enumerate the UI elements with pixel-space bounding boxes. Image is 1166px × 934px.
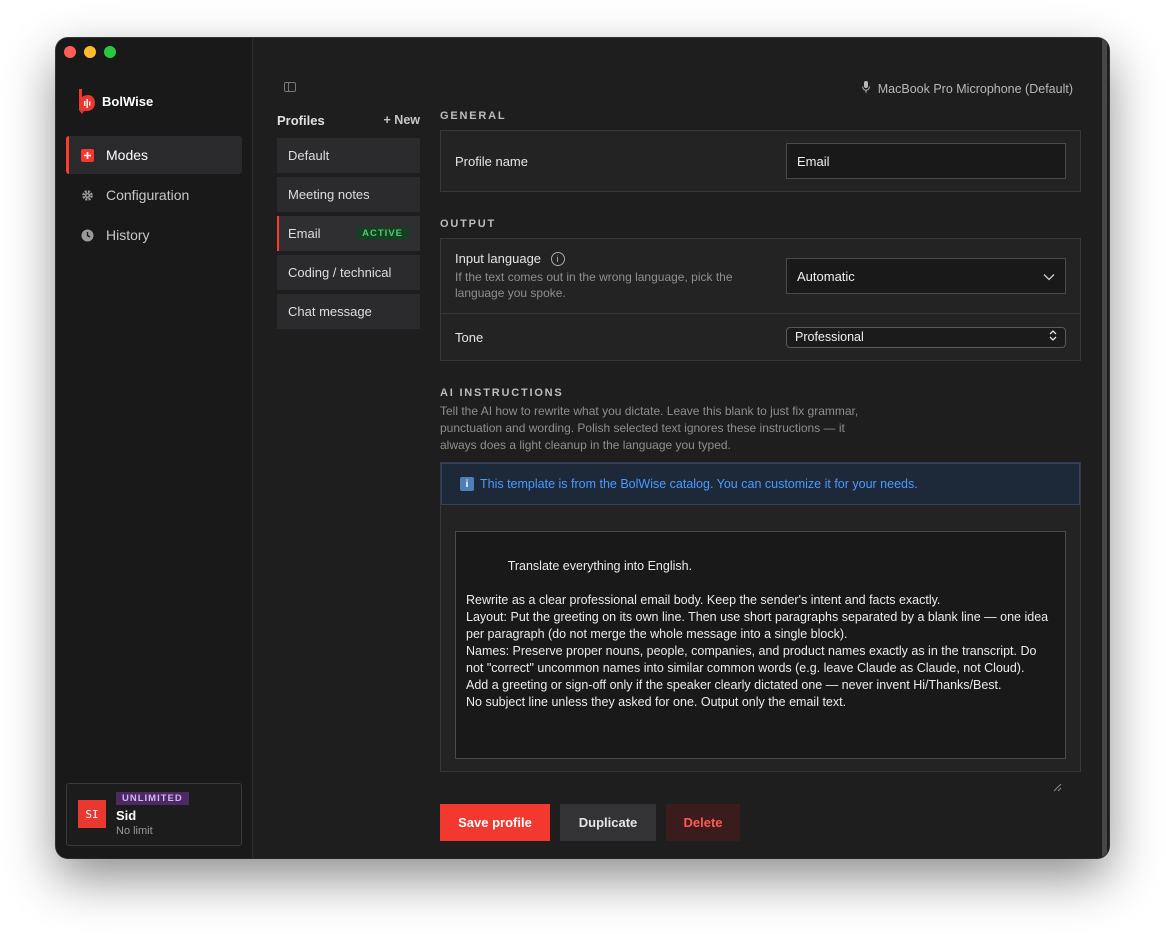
- profile-name-label: Profile name: [455, 153, 528, 169]
- instructions-textarea[interactable]: Translate everything into English. Rewri…: [455, 531, 1066, 792]
- input-language-hint: If the text comes out in the wrong langu…: [455, 270, 733, 301]
- ai-card: i This template is from the BolWise cata…: [440, 462, 1081, 792]
- profiles-title: Profiles: [277, 112, 325, 128]
- input-language-label: Input language: [455, 250, 542, 266]
- sidebar-item-modes[interactable]: Modes: [66, 136, 242, 174]
- microphone-icon: [861, 81, 870, 96]
- user-name: Sid: [116, 808, 137, 823]
- microphone-indicator: MacBook Pro Microphone (Default): [861, 81, 1073, 96]
- info-icon: i: [460, 477, 474, 491]
- profile-item-coding[interactable]: Coding / technical: [277, 255, 420, 290]
- updown-chevron-icon: [1049, 330, 1057, 344]
- plus-square-icon: [80, 148, 94, 162]
- general-card: Profile name Email: [440, 130, 1081, 192]
- profile-item-label: Default: [288, 148, 330, 163]
- profile-editor: GENERAL Profile name Email OUTPUT Input …: [440, 110, 1081, 841]
- new-profile-button[interactable]: + New: [384, 113, 420, 127]
- ai-description: Tell the AI how to rewrite what you dict…: [440, 404, 859, 452]
- info-icon[interactable]: i: [550, 252, 565, 267]
- brand: BolWise: [76, 88, 153, 114]
- avatar: SI: [78, 800, 106, 828]
- main-area: MacBook Pro Microphone (Default) Profile…: [253, 38, 1109, 858]
- profile-item-label: Coding / technical: [288, 265, 392, 280]
- input-language-select[interactable]: Automatic: [786, 258, 1066, 294]
- profile-item-label: Meeting notes: [288, 187, 370, 202]
- clock-icon: [80, 228, 94, 242]
- minimize-window-button[interactable]: [84, 46, 96, 58]
- plan-badge: UNLIMITED: [116, 792, 189, 805]
- close-window-button[interactable]: [64, 46, 76, 58]
- gear-icon: [80, 188, 94, 202]
- zoom-window-button[interactable]: [104, 46, 116, 58]
- brand-name: BolWise: [102, 93, 154, 109]
- user-card[interactable]: SI UNLIMITED Sid No limit: [66, 783, 242, 846]
- profile-item-label: Chat message: [288, 304, 372, 319]
- save-profile-button[interactable]: Save profile: [440, 804, 550, 841]
- section-output-label: OUTPUT: [440, 218, 497, 230]
- profile-item-email[interactable]: Email ACTIVE: [277, 216, 420, 251]
- sidebar-nav: Modes Configuration History: [66, 136, 242, 256]
- instructions-text: Translate everything into English. Rewri…: [466, 559, 1049, 709]
- profile-item-default[interactable]: Default: [277, 138, 420, 173]
- action-buttons: Save profile Duplicate Delete: [440, 804, 1081, 841]
- profile-item-meeting-notes[interactable]: Meeting notes: [277, 177, 420, 212]
- catalog-banner-text: This template is from the BolWise catalo…: [480, 477, 918, 491]
- window-scrollbar[interactable]: [1102, 38, 1107, 858]
- toggle-sidebar-icon[interactable]: [284, 82, 296, 92]
- sidebar: BolWise Modes Configuration History SI U…: [56, 38, 253, 858]
- app-window: BolWise Modes Configuration History SI U…: [56, 38, 1109, 858]
- tone-select[interactable]: Professional: [786, 326, 1066, 348]
- catalog-banner: i This template is from the BolWise cata…: [441, 463, 1080, 505]
- tone-value: Professional: [795, 330, 864, 344]
- duplicate-button[interactable]: Duplicate: [560, 804, 656, 841]
- sidebar-item-history[interactable]: History: [66, 216, 242, 254]
- bolwise-logo-icon: [76, 88, 96, 114]
- delete-button[interactable]: Delete: [666, 804, 740, 841]
- output-card: Input language i If the text comes out i…: [440, 238, 1081, 361]
- tone-label: Tone: [455, 329, 484, 345]
- chevron-down-icon: [1043, 269, 1055, 284]
- profiles-panel: Profiles + New Default Meeting notes Ema…: [277, 112, 420, 333]
- user-limit: No limit: [116, 825, 153, 837]
- microphone-name: MacBook Pro Microphone (Default): [877, 81, 1073, 96]
- profile-item-chat-message[interactable]: Chat message: [277, 294, 420, 329]
- sidebar-item-configuration[interactable]: Configuration: [66, 176, 242, 214]
- profile-name-input[interactable]: Email: [786, 143, 1066, 179]
- section-ai-label: AI INSTRUCTIONS: [440, 387, 564, 399]
- sidebar-item-label: Configuration: [106, 187, 190, 203]
- resize-grip-icon[interactable]: [1053, 746, 1062, 792]
- section-general-label: GENERAL: [440, 110, 507, 122]
- sidebar-item-label: History: [106, 227, 150, 243]
- input-language-value: Automatic: [797, 268, 855, 284]
- window-controls: [64, 46, 116, 58]
- active-badge: ACTIVE: [356, 227, 409, 240]
- profile-item-label: Email: [288, 226, 321, 241]
- sidebar-item-label: Modes: [106, 147, 149, 163]
